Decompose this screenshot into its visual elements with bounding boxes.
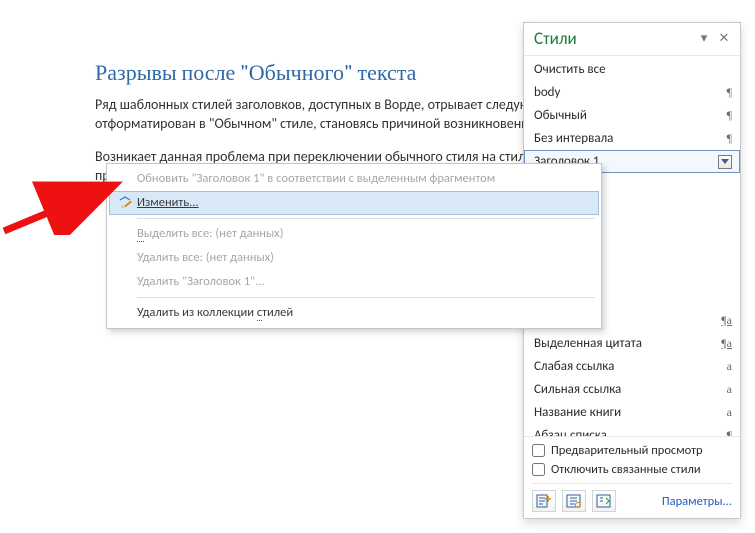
style-item-без-интервала[interactable]: Без интервала¶ [524, 127, 740, 150]
style-name: Название книги [534, 404, 716, 421]
style-item-выделенная-цитата[interactable]: Выделенная цитата¶a [524, 332, 740, 355]
context-separator [137, 218, 595, 219]
styles-pane-footer: Предварительный просмотр Отключить связа… [524, 436, 740, 518]
style-inspector-icon [566, 494, 582, 508]
context-update-style: Обновить "Заголовок 1" в соответствии с … [109, 167, 599, 191]
style-item-слабая-ссылка[interactable]: Слабая ссылкаa [524, 355, 740, 378]
style-inspector-button[interactable] [562, 490, 586, 512]
styles-pane-header: Стили ▾ ✕ [524, 23, 740, 56]
style-type-glyph: ¶ [716, 427, 732, 436]
context-modify-style[interactable]: Изменить... [109, 191, 599, 215]
context-select-all: Выделить все: (нет данных) [109, 222, 599, 246]
style-name: body [534, 84, 716, 101]
style-context-menu: Обновить "Заголовок 1" в соответствии с … [106, 163, 602, 329]
chevron-down-icon [721, 159, 729, 165]
pane-options-button[interactable]: ▾ [694, 29, 714, 49]
style-type-glyph: a [716, 404, 732, 421]
new-style-icon [536, 494, 552, 508]
style-name: Абзац списка [534, 427, 716, 436]
disable-linked-checkbox-input[interactable] [532, 463, 545, 476]
paragraph-mark-icon: ¶ [716, 130, 732, 147]
preview-checkbox[interactable]: Предварительный просмотр [532, 441, 732, 460]
context-remove-from-gallery[interactable]: Удалить из коллекции стилей [109, 301, 599, 325]
style-name: Сильная ссылка [534, 381, 716, 398]
paragraph-mark-icon: ¶ [716, 107, 732, 124]
style-dropdown-button[interactable] [718, 155, 732, 169]
paragraph-mark-icon: ¶ [716, 84, 732, 101]
styles-options-link[interactable]: Параметры... [622, 494, 732, 509]
style-name: Без интервала [534, 130, 716, 147]
style-item-название-книги[interactable]: Название книгиa [524, 401, 740, 424]
style-name: Обычный [534, 107, 716, 124]
style-name: Слабая ссылка [534, 358, 716, 375]
style-item-абзац-списка[interactable]: Абзац списка¶ [524, 424, 740, 436]
style-type-glyph: a [716, 381, 732, 398]
clear-all-style-item[interactable]: Очистить все [524, 58, 740, 81]
context-delete-style: Удалить "Заголовок 1"... [109, 270, 599, 294]
context-delete-all: Удалить все: (нет данных) [109, 246, 599, 270]
style-type-glyph: ¶a [716, 335, 732, 352]
style-item-body[interactable]: body¶ [524, 81, 740, 104]
manage-styles-icon [596, 494, 612, 508]
disable-linked-checkbox[interactable]: Отключить связанные стили [532, 460, 732, 479]
style-type-glyph: ¶a [716, 312, 732, 329]
modify-icon [115, 195, 137, 211]
preview-checkbox-input[interactable] [532, 444, 545, 457]
style-item-сильная-ссылка[interactable]: Сильная ссылкаa [524, 378, 740, 401]
styles-toolbar: Параметры... [532, 483, 732, 512]
styles-pane-title: Стили [534, 28, 694, 49]
new-style-button[interactable] [532, 490, 556, 512]
style-name: Выделенная цитата [534, 335, 716, 352]
manage-styles-button[interactable] [592, 490, 616, 512]
style-type-glyph: a [716, 358, 732, 375]
context-separator-2 [137, 297, 595, 298]
style-item-обычный[interactable]: Обычный¶ [524, 104, 740, 127]
pane-close-button[interactable]: ✕ [714, 29, 734, 49]
